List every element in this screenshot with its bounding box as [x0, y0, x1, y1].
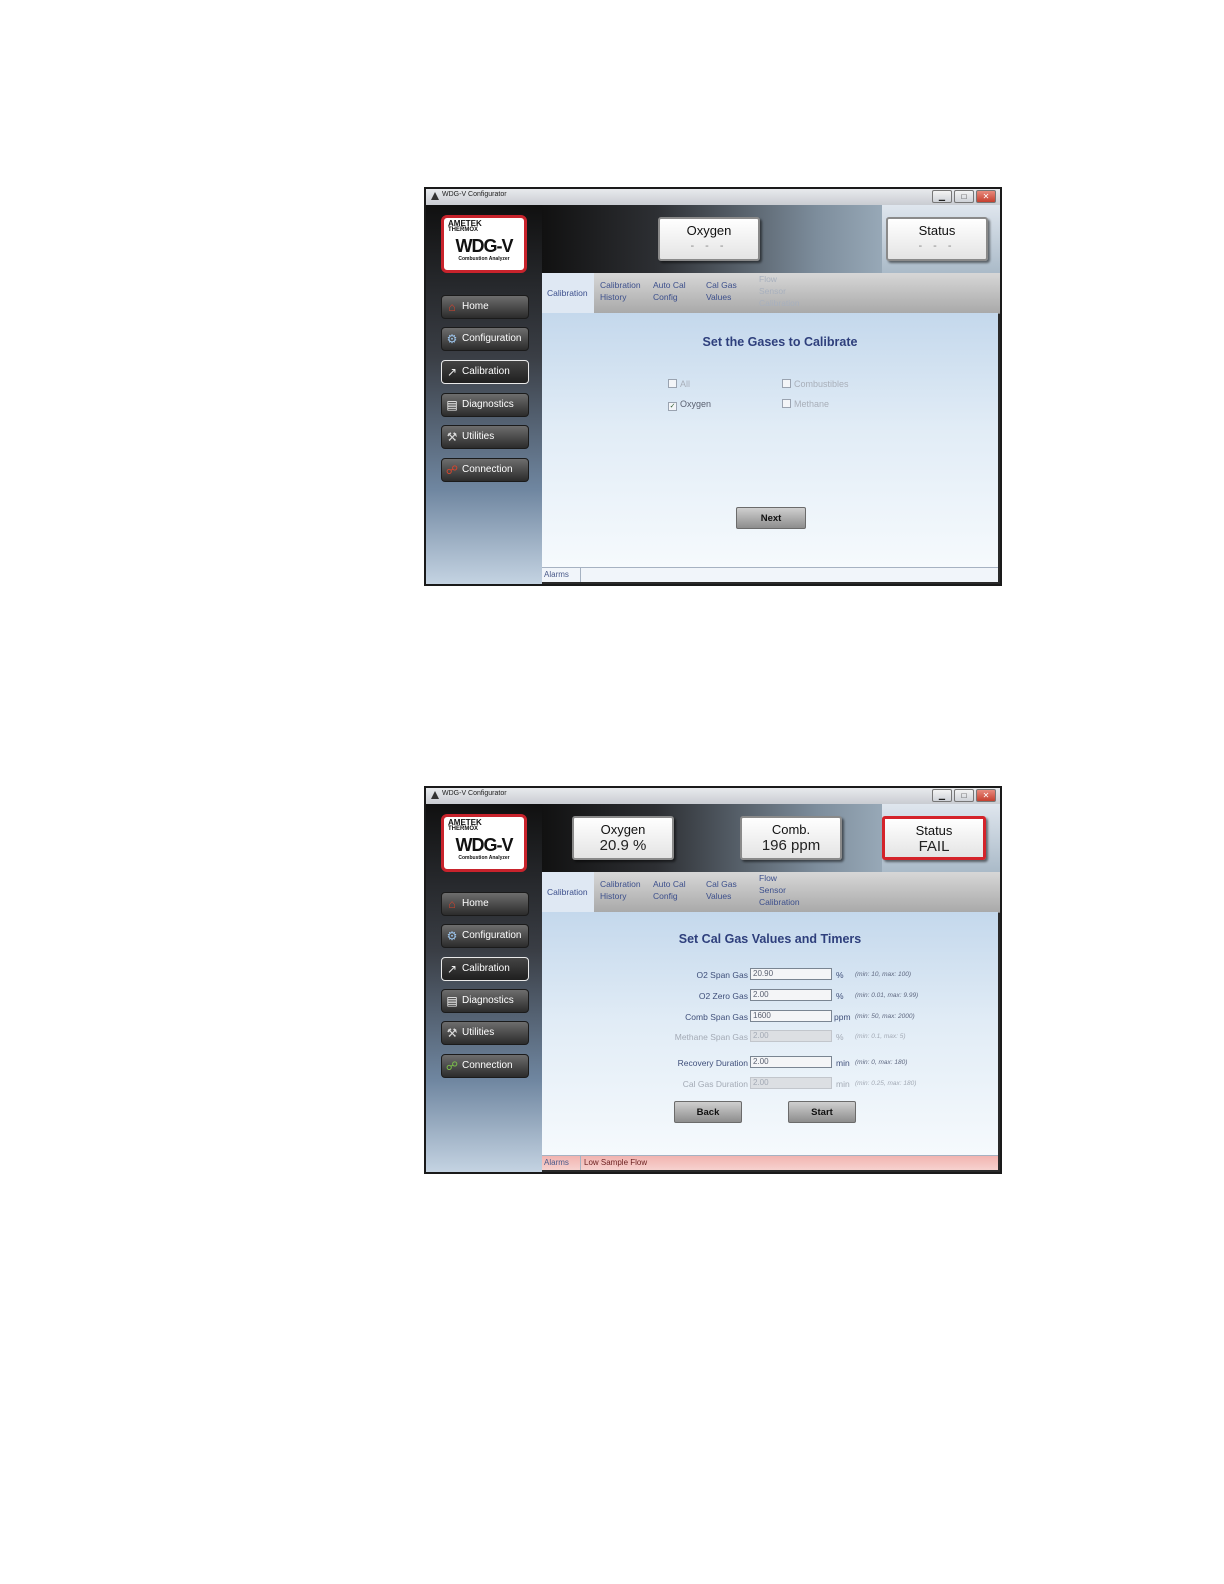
o2-span-gas-input[interactable]: 20.90	[750, 968, 832, 980]
nav-home-button[interactable]: ⌂ Home	[441, 295, 529, 319]
tab-flow-sensor-calibration[interactable]: Flow Sensor Calibration	[754, 273, 806, 313]
tab-cal-gas-values[interactable]: Cal Gas Values	[701, 872, 753, 912]
tab-bar: Calibration Calibration History Auto Cal…	[542, 872, 1000, 913]
wrench-icon: ⚒	[446, 1026, 458, 1040]
oxygen-readout: Oxygen - - -	[658, 217, 760, 261]
next-button[interactable]: Next	[736, 507, 806, 529]
divider	[580, 1156, 581, 1170]
tab-calibration-history[interactable]: Calibration History	[595, 273, 647, 313]
nav-configuration-button[interactable]: ⚙ Configuration	[441, 924, 529, 948]
alarm-message: Low Sample Flow	[584, 1158, 648, 1167]
nav-home-button[interactable]: ⌂ Home	[441, 892, 529, 916]
window-titlebar: WDG-V Configurator ▁ □ ✕	[426, 788, 1000, 805]
screenshot-set-gases: WDG-V Configurator ▁ □ ✕ AMETEK THERMOX …	[424, 187, 1002, 586]
field-methane-span-gas: Methane Span Gas 2.00 % (min: 0.1, max: …	[674, 1030, 906, 1042]
alarm-bar: Alarms	[542, 567, 998, 582]
field-recovery-duration: Recovery Duration 2.00 min (min: 0, max:…	[677, 1056, 908, 1068]
calibration-chart-icon: ↗	[446, 962, 458, 976]
wrench-icon: ⚒	[446, 430, 458, 444]
tab-calibration-history[interactable]: Calibration History	[595, 872, 647, 912]
tab-cal-gas-values[interactable]: Cal Gas Values	[701, 273, 753, 313]
nav-connection-button[interactable]: ☍ Connection	[441, 1054, 529, 1078]
home-icon: ⌂	[448, 897, 456, 911]
comb-span-gas-input[interactable]: 1600	[750, 1010, 832, 1022]
main-panel: Set Cal Gas Values and Timers O2 Span Ga…	[542, 912, 998, 1156]
nav-utilities-button[interactable]: ⚒ Utilities	[441, 1021, 529, 1045]
nav-diagnostics-button[interactable]: ▤ Diagnostics	[441, 393, 529, 417]
maximize-icon[interactable]: □	[954, 190, 974, 203]
logo: AMETEK THERMOX WDG-V Combustion Analyzer	[441, 814, 527, 872]
checkbox-box	[782, 379, 791, 388]
alarms-label[interactable]: Alarms	[544, 570, 569, 579]
close-icon[interactable]: ✕	[976, 789, 996, 802]
divider	[580, 568, 581, 582]
window-titlebar: WDG-V Configurator ▁ □ ✕	[426, 189, 1000, 206]
checkbox-box	[782, 399, 791, 408]
tab-bar: Calibration Calibration History Auto Cal…	[542, 273, 1000, 314]
checkbox-oxygen[interactable]: ✓ Oxygen	[668, 399, 711, 411]
screenshot-cal-gas-values: WDG-V Configurator ▁ □ ✕ AMETEK THERMOX …	[424, 786, 1002, 1174]
maximize-icon[interactable]: □	[954, 789, 974, 802]
comb-readout: Comb. 196 ppm	[740, 816, 842, 860]
tab-calibration[interactable]: Calibration	[542, 872, 594, 912]
sidebar: AMETEK THERMOX WDG-V Combustion Analyzer…	[426, 804, 542, 1172]
checkbox-combustibles[interactable]: Combustibles	[782, 379, 849, 389]
checkbox-methane[interactable]: Methane	[782, 399, 829, 409]
home-icon: ⌂	[448, 300, 456, 314]
tab-calibration[interactable]: Calibration	[542, 273, 594, 313]
minimize-icon[interactable]: ▁	[932, 789, 952, 802]
header: Oxygen - - - Status - - -	[542, 205, 1000, 273]
app-icon	[431, 192, 439, 200]
o2-zero-gas-input[interactable]: 2.00	[750, 989, 832, 1001]
calibration-chart-icon: ↗	[446, 365, 458, 379]
recovery-duration-input[interactable]: 2.00	[750, 1056, 832, 1068]
start-button[interactable]: Start	[788, 1101, 856, 1123]
nav-configuration-button[interactable]: ⚙ Configuration	[441, 327, 529, 351]
app-icon	[431, 791, 439, 799]
close-icon[interactable]: ✕	[976, 190, 996, 203]
checkbox-all[interactable]: All	[668, 379, 690, 389]
field-o2-zero-gas: O2 Zero Gas 2.00 % (min: 0.01, max: 9.99…	[698, 989, 919, 1001]
field-o2-span-gas: O2 Span Gas 20.90 % (min: 10, max: 100)	[696, 968, 911, 980]
sidebar: AMETEK THERMOX WDG-V Combustion Analyzer…	[426, 205, 542, 584]
link-icon: ☍	[445, 1059, 459, 1073]
checkbox-box	[668, 379, 677, 388]
window-title: WDG-V Configurator	[442, 790, 507, 797]
tab-auto-cal-config[interactable]: Auto Cal Config	[648, 273, 700, 313]
gear-icon: ⚙	[446, 332, 458, 346]
status-readout: Status FAIL	[882, 816, 986, 860]
nav-diagnostics-button[interactable]: ▤ Diagnostics	[441, 989, 529, 1013]
document-icon: ▤	[446, 994, 458, 1008]
nav-connection-button[interactable]: ☍ Connection	[441, 458, 529, 482]
alarm-bar: Alarms Low Sample Flow	[542, 1155, 998, 1170]
nav-calibration-button[interactable]: ↗ Calibration	[441, 360, 529, 384]
nav-calibration-button[interactable]: ↗ Calibration	[441, 957, 529, 981]
main-panel: Set the Gases to Calibrate All Combustib…	[542, 313, 998, 568]
status-readout: Status - - -	[886, 217, 988, 261]
cal-gas-duration-input[interactable]: 2.00	[750, 1077, 832, 1089]
gear-icon: ⚙	[446, 929, 458, 943]
oxygen-readout: Oxygen 20.9 %	[572, 816, 674, 860]
back-button[interactable]: Back	[674, 1101, 742, 1123]
minimize-icon[interactable]: ▁	[932, 190, 952, 203]
field-comb-span-gas: Comb Span Gas 1600 ppm (min: 50, max: 20…	[685, 1010, 915, 1022]
window-title: WDG-V Configurator	[442, 191, 507, 198]
page-title: Set the Gases to Calibrate	[702, 335, 858, 349]
methane-span-gas-input[interactable]: 2.00	[750, 1030, 832, 1042]
header: Oxygen 20.9 % Comb. 196 ppm Status FAIL	[542, 804, 1000, 872]
document-icon: ▤	[446, 398, 458, 412]
tab-auto-cal-config[interactable]: Auto Cal Config	[648, 872, 700, 912]
nav-utilities-button[interactable]: ⚒ Utilities	[441, 425, 529, 449]
checkmark-icon: ✓	[668, 402, 677, 411]
field-cal-gas-duration: Cal Gas Duration 2.00 min (min: 0.25, ma…	[682, 1077, 917, 1089]
tab-flow-sensor-calibration[interactable]: Flow Sensor Calibration	[754, 872, 806, 912]
page-title: Set Cal Gas Values and Timers	[678, 932, 862, 946]
alarms-label[interactable]: Alarms	[544, 1158, 569, 1167]
logo: AMETEK THERMOX WDG-V Combustion Analyzer	[441, 215, 527, 273]
link-icon: ☍	[445, 463, 459, 477]
